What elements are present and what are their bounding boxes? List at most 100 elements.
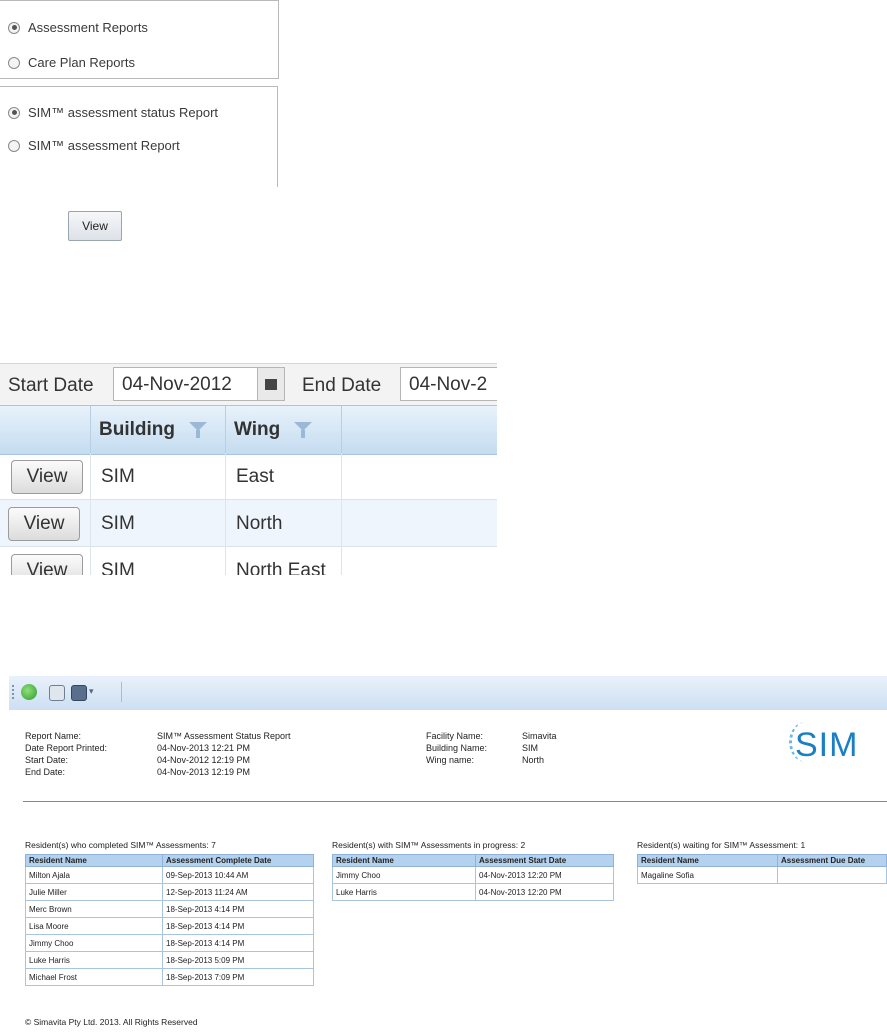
column-header-label: Wing xyxy=(234,419,281,440)
radio-selected-icon[interactable] xyxy=(8,21,20,34)
table-row: Jimmy Choo 04-Nov-2013 12:20 PM xyxy=(332,866,614,884)
resident-name-cell: Luke Harris xyxy=(332,883,476,901)
column-header: Assessment Start Date xyxy=(475,854,614,867)
table-row: Luke Harris 04-Nov-2013 12:20 PM xyxy=(332,883,614,901)
end-date-label: End Date: xyxy=(25,767,66,777)
report-header-labels-right: Facility Name: Building Name: Wing name: xyxy=(426,730,487,766)
filter-icon[interactable] xyxy=(188,422,207,438)
resident-name-cell: Julie Miller xyxy=(25,883,163,901)
toolbar-separator xyxy=(121,682,122,702)
radio-care-plan-reports[interactable]: Care Plan Reports xyxy=(8,55,135,70)
report-header-values-left: SIM™ Assessment Status Report 04-Nov-201… xyxy=(157,730,291,778)
start-date-value: 04-Nov-2012 12:19 PM xyxy=(157,755,251,765)
report-header-values-right: Simavita SIM North xyxy=(522,730,557,766)
report-viewer: ▾ Report Name: Date Report Printed: Star… xyxy=(9,676,887,1035)
completed-section-title: Resident(s) who completed SIM™ Assessmen… xyxy=(25,840,216,850)
resident-name-cell: Milton Ajala xyxy=(25,866,163,884)
row-view-button[interactable]: View xyxy=(8,507,80,541)
end-date-input[interactable]: 04-Nov-2 xyxy=(400,367,497,401)
refresh-icon[interactable] xyxy=(21,684,37,700)
grid-header-action xyxy=(0,406,91,454)
column-header-building[interactable]: Building xyxy=(91,406,226,454)
table-row: Luke Harris 18-Sep-2013 5:09 PM xyxy=(25,951,314,969)
building-cell: SIM xyxy=(91,453,226,500)
copyright-text: © Simavita Pty Ltd. 2013. All Rights Res… xyxy=(25,1017,198,1027)
waiting-table: Resident Name Assessment Due Date Magali… xyxy=(637,854,887,884)
view-report-button[interactable]: View xyxy=(68,211,122,241)
column-header: Resident Name xyxy=(332,854,476,867)
column-header: Resident Name xyxy=(25,854,163,867)
column-header: Resident Name xyxy=(637,854,778,867)
resident-name-cell: Merc Brown xyxy=(25,900,163,918)
chevron-down-icon[interactable]: ▾ xyxy=(89,686,94,697)
table-row: View SIM North East xyxy=(0,547,497,575)
radio-selected-icon[interactable] xyxy=(8,106,20,119)
row-action-cell: View xyxy=(0,453,91,500)
date-cell: 04-Nov-2013 12:20 PM xyxy=(475,866,614,884)
column-header: Assessment Complete Date xyxy=(162,854,314,867)
table-row: Merc Brown 18-Sep-2013 4:14 PM xyxy=(25,900,314,918)
building-cell: SIM xyxy=(91,547,226,575)
start-date-label: Start Date xyxy=(8,375,94,396)
resident-name-cell: Lisa Moore xyxy=(25,917,163,935)
end-date-value: 04-Nov-2013 12:19 PM xyxy=(157,767,251,777)
report-name-label: Report Name: xyxy=(25,731,82,741)
row-action-cell: View xyxy=(0,500,91,547)
print-icon[interactable] xyxy=(49,685,65,701)
column-header-label: Building xyxy=(99,419,175,440)
calendar-icon[interactable] xyxy=(257,367,285,401)
date-filter-bar: Start Date 04-Nov-2012 End Date 04-Nov-2 xyxy=(0,363,497,406)
table-row: Magaline Sofia xyxy=(637,866,887,884)
completed-table: Resident Name Assessment Complete Date M… xyxy=(25,854,314,986)
resident-name-cell: Magaline Sofia xyxy=(637,866,778,884)
radio-label: SIM™ assessment status Report xyxy=(28,105,219,120)
grid-header: Building Wing xyxy=(0,405,497,455)
resident-name-cell: Jimmy Choo xyxy=(25,934,163,952)
filter-icon[interactable] xyxy=(294,422,313,438)
table-row: Lisa Moore 18-Sep-2013 4:14 PM xyxy=(25,917,314,935)
building-wing-grid-panel: Start Date 04-Nov-2012 End Date 04-Nov-2… xyxy=(0,363,497,575)
date-printed-value: 04-Nov-2013 12:21 PM xyxy=(157,743,251,753)
radio-assessment-report[interactable]: SIM™ assessment Report xyxy=(8,138,180,153)
table-row: Jimmy Choo 18-Sep-2013 4:14 PM xyxy=(25,934,314,952)
radio-status-report[interactable]: SIM™ assessment status Report xyxy=(8,105,218,120)
column-header: Assessment Due Date xyxy=(777,854,887,867)
save-icon[interactable] xyxy=(71,685,87,701)
in-progress-section-title: Resident(s) with SIM™ Assessments in pro… xyxy=(332,840,526,850)
facility-name-label: Facility Name: xyxy=(426,731,484,741)
radio-unselected-icon[interactable] xyxy=(8,139,20,152)
column-header-wing[interactable]: Wing xyxy=(226,406,342,454)
wing-name-label: Wing name: xyxy=(426,755,475,765)
row-view-button[interactable]: View xyxy=(11,554,83,575)
in-progress-table: Resident Name Assessment Start Date Jimm… xyxy=(332,854,614,901)
date-cell: 18-Sep-2013 4:14 PM xyxy=(162,917,314,935)
report-category-group: Assessment Reports Care Plan Reports xyxy=(0,0,279,79)
start-date-input[interactable]: 04-Nov-2012 xyxy=(113,367,259,401)
row-view-button[interactable]: View xyxy=(11,460,83,494)
table-row: View SIM North xyxy=(0,500,497,547)
start-date-label: Start Date: xyxy=(25,755,69,765)
report-type-group: SIM™ assessment status Report SIM™ asses… xyxy=(0,86,278,187)
end-date-label: End Date xyxy=(302,375,382,396)
date-printed-label: Date Report Printed: xyxy=(25,743,108,753)
radio-assessment-reports[interactable]: Assessment Reports xyxy=(8,20,148,35)
date-cell xyxy=(777,866,887,884)
wing-cell: East xyxy=(226,453,342,500)
wing-cell: North East xyxy=(226,547,342,575)
report-page: Report Name: Date Report Printed: Start … xyxy=(9,710,887,1035)
resident-name-cell: Jimmy Choo xyxy=(332,866,476,884)
table-row: View SIM East xyxy=(0,453,497,500)
facility-name-value: Simavita xyxy=(522,731,557,741)
date-cell: 18-Sep-2013 7:09 PM xyxy=(162,968,314,986)
resident-name-cell: Michael Frost xyxy=(25,968,163,986)
building-name-value: SIM xyxy=(522,743,539,753)
report-name-value: SIM™ Assessment Status Report xyxy=(157,731,291,741)
waiting-section-title: Resident(s) waiting for SIM™ Assessment:… xyxy=(637,840,806,850)
report-toolbar: ▾ xyxy=(9,676,887,711)
report-header-labels-left: Report Name: Date Report Printed: Start … xyxy=(25,730,107,778)
wing-cell: North xyxy=(226,500,342,547)
wing-name-value: North xyxy=(522,755,545,765)
radio-unselected-icon[interactable] xyxy=(8,56,20,69)
building-cell: SIM xyxy=(91,500,226,547)
row-action-cell: View xyxy=(0,547,91,575)
